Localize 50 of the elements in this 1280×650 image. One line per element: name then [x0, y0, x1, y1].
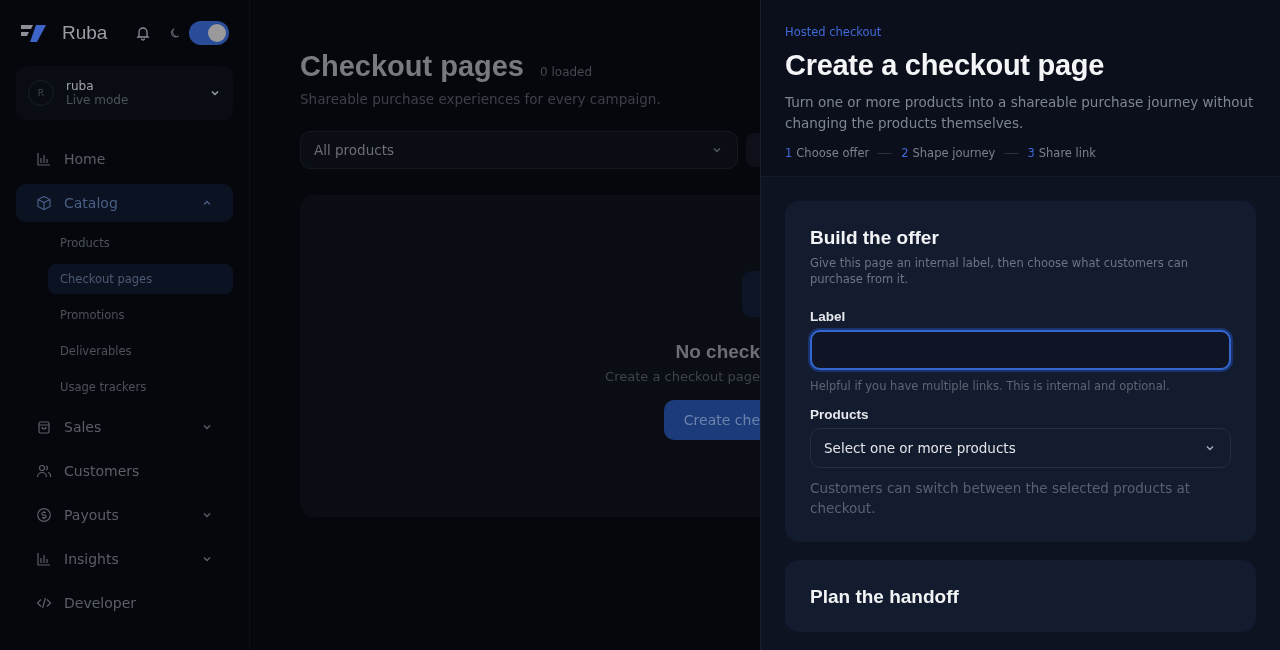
nav-subitem[interactable]: Deliverables — [48, 336, 233, 366]
account-name: ruba — [66, 79, 95, 93]
account-mode: Live mode — [66, 93, 130, 107]
field-label: Label — [810, 309, 847, 324]
nav-subitem[interactable]: Checkout pages — [48, 264, 233, 294]
nav-subitem[interactable]: Usage trackers — [48, 372, 233, 402]
nav-subitem[interactable]: Products — [48, 228, 233, 258]
step-label: Choose offer — [796, 146, 870, 160]
field-help: Customers can switch between the selected products at checkout. — [810, 479, 1192, 518]
bell-icon[interactable] — [135, 25, 152, 41]
product-filter[interactable]: All products — [300, 131, 738, 169]
theme-toggle[interactable] — [189, 21, 230, 45]
nav-item[interactable]: Payouts — [16, 496, 233, 534]
section-title: Build the offer — [810, 227, 940, 249]
people-icon — [36, 463, 52, 479]
nav-subitem[interactable]: Promotions — [48, 300, 233, 330]
code-icon — [36, 595, 52, 611]
nav-item[interactable]: Catalog — [16, 184, 233, 222]
section-description: Give this page an internal label, then choose what customers can purchase from it. — [810, 255, 1190, 287]
create-button[interactable]: Create che — [663, 400, 760, 440]
nav-item[interactable]: Developer — [16, 584, 233, 622]
field-help: Helpful if you have multiple links. This is internal and optional. — [810, 379, 1171, 393]
account-switcher[interactable]: R ruba Live mode — [16, 66, 233, 120]
products-select[interactable]: Select one or more products — [810, 428, 1231, 468]
nav-item[interactable]: Insights — [16, 540, 233, 578]
step-label: Shape journey — [912, 146, 996, 160]
nav-item[interactable]: Home — [16, 140, 233, 178]
step-number: 3 — [1027, 146, 1035, 160]
step-number: 2 — [901, 146, 909, 160]
drawer-eyebrow: Hosted checkout — [785, 25, 883, 39]
label-input[interactable] — [810, 330, 1231, 370]
bag-icon — [36, 419, 52, 435]
field-label: Products — [810, 407, 870, 422]
step-number: 1 — [785, 146, 793, 160]
page-title: Checkout pages — [300, 50, 524, 83]
chart-icon — [36, 151, 52, 167]
step-label: Share link — [1038, 146, 1096, 160]
dollar-icon — [36, 507, 52, 523]
brand-name: Ruba — [62, 22, 108, 44]
logo-icon — [20, 23, 48, 43]
section-title: Plan the handoff — [810, 586, 960, 608]
item-count: 0 loaded — [540, 65, 593, 79]
empty-state-title: No check — [675, 341, 760, 363]
drawer-title: Create a checkout page — [785, 49, 1105, 82]
nav-item[interactable]: Sales — [16, 408, 233, 446]
drawer-description: Turn one or more products into a shareable purchase journey without changing the products themselves. — [785, 93, 1255, 133]
chart-icon — [36, 551, 52, 567]
page-subtitle: Shareable purchase experiences for every campaign. — [300, 91, 662, 107]
nav-item[interactable]: Customers — [16, 452, 233, 490]
box-icon — [36, 195, 52, 211]
